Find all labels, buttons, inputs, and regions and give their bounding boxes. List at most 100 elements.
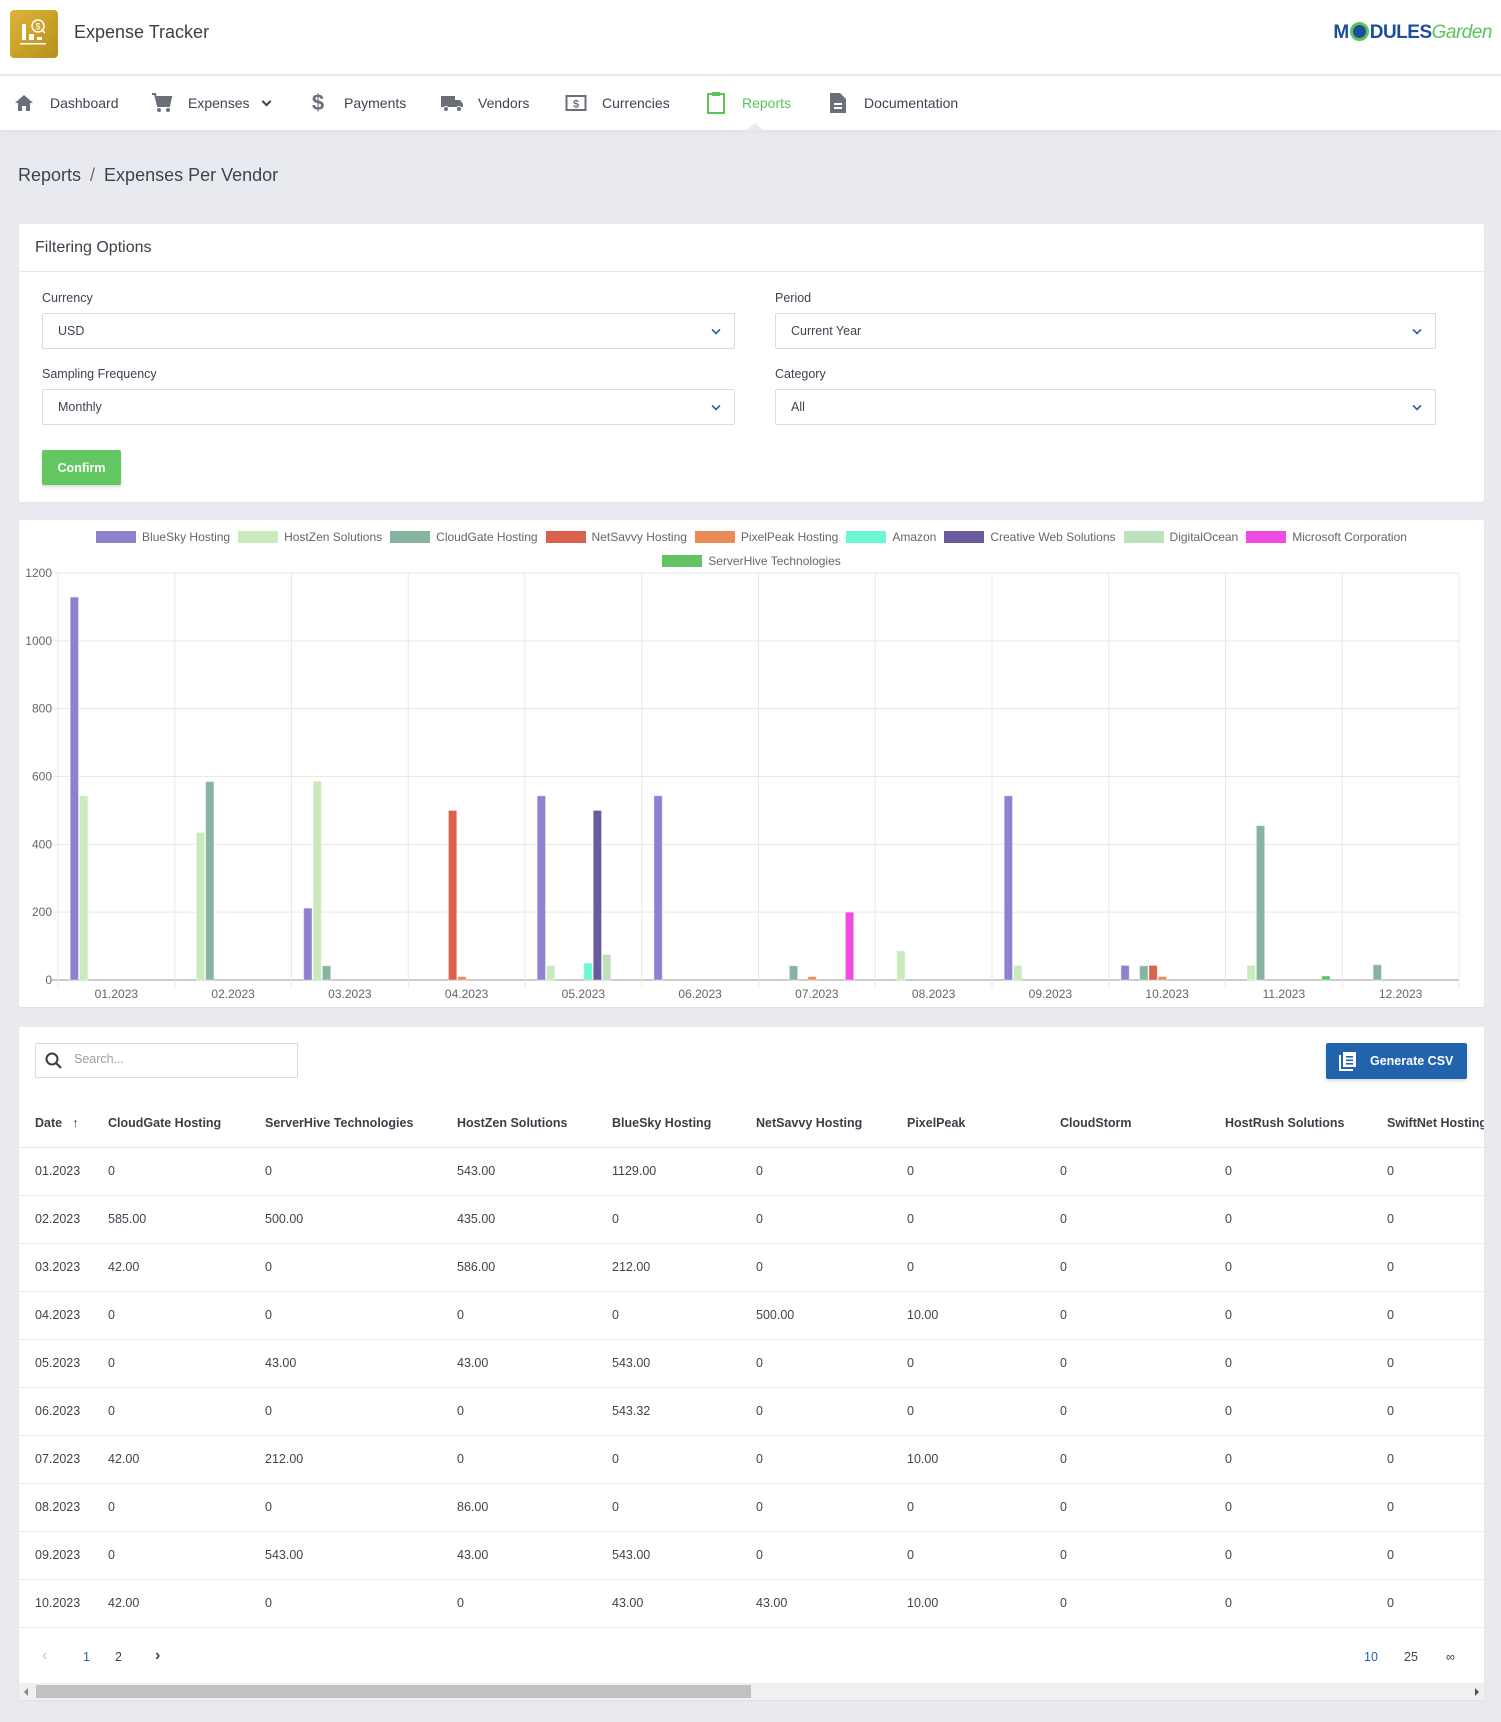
brand-text-right: Garden <box>1431 22 1493 43</box>
cell-amount: 543.00 <box>596 1531 740 1580</box>
cell-amount: 0 <box>596 1483 740 1532</box>
bar-chart: 02004006008001000120001.2023 02.2023 03.20… <box>25 566 1460 1001</box>
legend-item[interactable]: HostZen Solutions <box>238 526 382 548</box>
column-header[interactable]: BlueSky Hosting <box>596 1099 740 1148</box>
cell-amount: 0 <box>441 1291 596 1340</box>
legend-swatch <box>944 531 985 543</box>
cell-amount: 0 <box>1371 1387 1484 1436</box>
table-row: 07.2023 42.00 212.00 0 0 0 10.00 0 0 0 <box>19 1435 1484 1484</box>
scroll-right-icon[interactable] <box>1475 1688 1479 1696</box>
page-title: Expenses Per Vendor <box>104 165 279 185</box>
currency-select[interactable]: USD <box>42 313 735 349</box>
x-tick-label: 03.2023 <box>328 987 372 1001</box>
nav-expenses[interactable]: Expenses <box>150 76 272 130</box>
nav-vendors[interactable]: Vendors <box>440 76 529 130</box>
prev-page-icon[interactable]: ‹ <box>42 1647 47 1665</box>
scrollbar-thumb[interactable] <box>36 1685 751 1698</box>
nav-dashboard[interactable]: Dashboard <box>12 76 119 130</box>
legend-item[interactable]: ServerHive Technologies <box>662 550 841 572</box>
generate-csv-button[interactable]: Generate CSV <box>1326 1043 1467 1079</box>
cell-amount: 543.00 <box>441 1147 596 1196</box>
table-row: 02.2023 585.00 500.00 435.00 0 0 0 0 0 0 <box>19 1195 1484 1244</box>
cell-amount: 212.00 <box>249 1435 441 1484</box>
column-header[interactable]: HostZen Solutions <box>441 1099 596 1148</box>
legend-item[interactable]: Microsoft Corporation <box>1246 526 1407 548</box>
breadcrumb-reports[interactable]: Reports <box>18 165 81 185</box>
column-header-label: Date <box>35 1115 63 1130</box>
column-header[interactable]: PixelPeak <box>891 1099 1044 1148</box>
legend-item[interactable]: Creative Web Solutions <box>944 526 1116 548</box>
page-2[interactable]: 2 <box>115 1650 122 1664</box>
legend-item[interactable]: DigitalOcean <box>1123 526 1238 548</box>
cell-amount: 0 <box>1371 1291 1484 1340</box>
nav-currencies[interactable]: $ Currencies <box>564 76 670 130</box>
column-header[interactable]: HostRush Solutions <box>1209 1099 1371 1148</box>
column-header[interactable]: CloudGate Hosting <box>92 1099 249 1148</box>
bar-hostzen-solutions <box>896 950 906 981</box>
cell-amount: 0 <box>1209 1579 1371 1628</box>
search-icon <box>44 1051 64 1076</box>
cell-amount: 0 <box>740 1435 891 1484</box>
legend-swatch <box>238 531 279 543</box>
cell-amount: 10.00 <box>891 1435 1044 1484</box>
cell-amount: 42.00 <box>92 1243 249 1292</box>
sort-ascending-icon: ↑ <box>72 1115 79 1130</box>
column-header[interactable]: CloudStorm <box>1044 1099 1209 1148</box>
next-page-icon[interactable]: › <box>155 1647 160 1665</box>
per-page-all[interactable]: ∞ <box>1446 1650 1455 1664</box>
cart-icon <box>150 91 174 115</box>
nav-reports[interactable]: Reports <box>704 76 791 130</box>
app-header: $ Expense Tracker M DULESGarden <box>0 0 1501 75</box>
filtering-options-title: Filtering Options <box>19 224 1484 272</box>
column-header[interactable]: NetSavvy Hosting <box>740 1099 891 1148</box>
cell-amount: 0 <box>1044 1483 1209 1532</box>
cell-amount: 0 <box>249 1243 441 1292</box>
cell-date: 05.2023 <box>19 1339 92 1388</box>
confirm-button[interactable]: Confirm <box>42 450 121 485</box>
cell-amount: 0 <box>1209 1243 1371 1292</box>
page-1[interactable]: 1 <box>83 1650 90 1664</box>
sampling-frequency-select[interactable]: Monthly <box>42 389 735 425</box>
bar-bluesky-hosting <box>536 795 547 981</box>
category-select[interactable]: All <box>775 389 1436 425</box>
expenses-chart: 0 200 400 600 800 1000 1200 01.2023 02.2023 03.20… <box>19 520 1484 1007</box>
cell-amount: 585.00 <box>92 1195 249 1244</box>
cell-amount: 0 <box>92 1531 249 1580</box>
nav-payments[interactable]: $ Payments <box>306 76 406 130</box>
cell-amount: 0 <box>1209 1339 1371 1388</box>
cell-amount: 0 <box>1371 1483 1484 1532</box>
cell-amount: 0 <box>1371 1531 1484 1580</box>
search-field[interactable] <box>35 1043 298 1078</box>
bar-bluesky-hosting <box>69 596 80 981</box>
table-row: 10.2023 42.00 0 0 43.00 43.00 10.00 0 0 0 <box>19 1579 1484 1628</box>
app-logo-icon[interactable]: $ <box>10 10 58 58</box>
modulesgarden-logo[interactable]: M DULESGarden <box>1333 22 1493 44</box>
cell-amount: 0 <box>1044 1147 1209 1196</box>
horizontal-scrollbar[interactable] <box>19 1683 1484 1700</box>
per-page-25[interactable]: 25 <box>1404 1650 1418 1664</box>
legend-item[interactable]: Amazon <box>846 526 936 548</box>
search-input[interactable] <box>74 1052 274 1066</box>
x-tick-label: 07.2023 <box>795 987 839 1001</box>
legend-item[interactable]: PixelPeak Hosting <box>694 526 838 548</box>
column-header[interactable]: ServerHive Technologies <box>249 1099 441 1148</box>
cell-amount: 0 <box>249 1579 441 1628</box>
nav-label: Payments <box>344 95 407 111</box>
per-page-10[interactable]: 10 <box>1364 1650 1378 1664</box>
legend-item[interactable]: BlueSky Hosting <box>96 526 230 548</box>
legend-item[interactable]: NetSavvy Hosting <box>545 526 687 548</box>
expenses-table: Date ↑ CloudGate Hosting ServerHive Technol… <box>19 1099 1484 1628</box>
legend-item[interactable]: CloudGate Hosting <box>390 526 538 548</box>
column-header[interactable]: SwiftNet Hosting <box>1371 1099 1484 1148</box>
svg-text:$: $ <box>35 22 40 32</box>
chevron-down-icon <box>1412 401 1422 411</box>
nav-label: Dashboard <box>50 95 119 111</box>
scroll-left-icon[interactable] <box>24 1688 28 1696</box>
bar-hostzen-solutions <box>312 780 322 981</box>
period-select[interactable]: Current Year <box>775 313 1436 349</box>
nav-documentation[interactable]: Documentation <box>826 76 958 130</box>
cell-amount: 0 <box>249 1387 441 1436</box>
cell-amount: 435.00 <box>441 1195 596 1244</box>
column-header-date[interactable]: Date ↑ <box>19 1099 92 1148</box>
x-tick-label: 01.2023 <box>95 987 139 1001</box>
